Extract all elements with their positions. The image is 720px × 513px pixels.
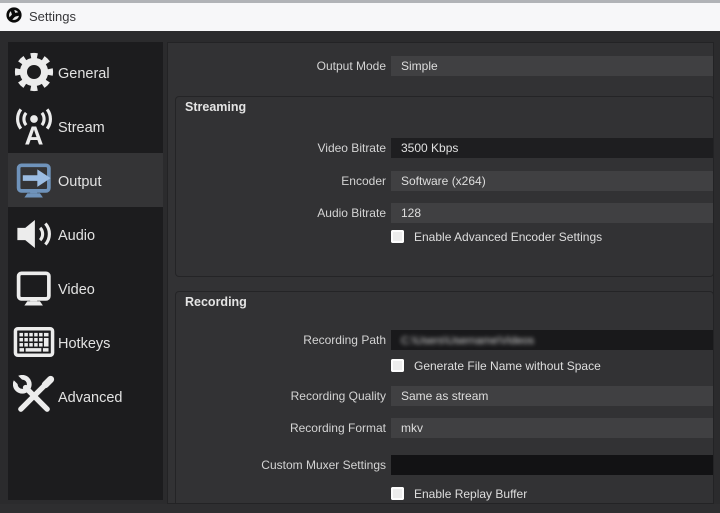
svg-text:A: A [25,120,44,147]
